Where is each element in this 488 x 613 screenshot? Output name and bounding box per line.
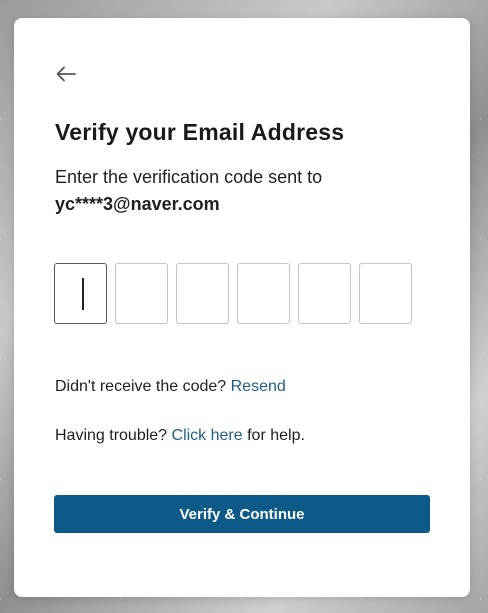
verify-continue-button[interactable]: Verify & Continue <box>54 495 430 533</box>
instructions: Enter the verification code sent to yc**… <box>55 164 322 218</box>
back-button[interactable] <box>54 62 78 86</box>
arrow-left-icon <box>56 66 76 82</box>
verification-code-inputs <box>54 263 412 324</box>
help-suffix: for help. <box>242 427 305 444</box>
resend-line: Didn't receive the code? Resend <box>55 378 286 396</box>
help-prefix: Having trouble? <box>55 427 172 444</box>
resend-prefix: Didn't receive the code? <box>55 378 231 395</box>
instructions-text: Enter the verification code sent to <box>55 167 323 187</box>
text-caret <box>82 278 84 310</box>
help-line: Having trouble? Click here for help. <box>55 427 305 445</box>
code-digit-3-input[interactable] <box>176 263 229 324</box>
code-digit-2-input[interactable] <box>115 263 168 324</box>
resend-link[interactable]: Resend <box>231 378 286 395</box>
page-title: Verify your Email Address <box>55 119 345 145</box>
code-digit-6-input[interactable] <box>359 263 412 324</box>
code-digit-5-input[interactable] <box>298 263 351 324</box>
verify-email-card: Verify your Email Address Enter the veri… <box>14 18 470 597</box>
code-digit-1-input[interactable] <box>54 263 107 324</box>
help-link[interactable]: Click here <box>172 427 243 444</box>
email-address: yc****3@naver.com <box>55 194 220 214</box>
code-digit-4-input[interactable] <box>237 263 290 324</box>
